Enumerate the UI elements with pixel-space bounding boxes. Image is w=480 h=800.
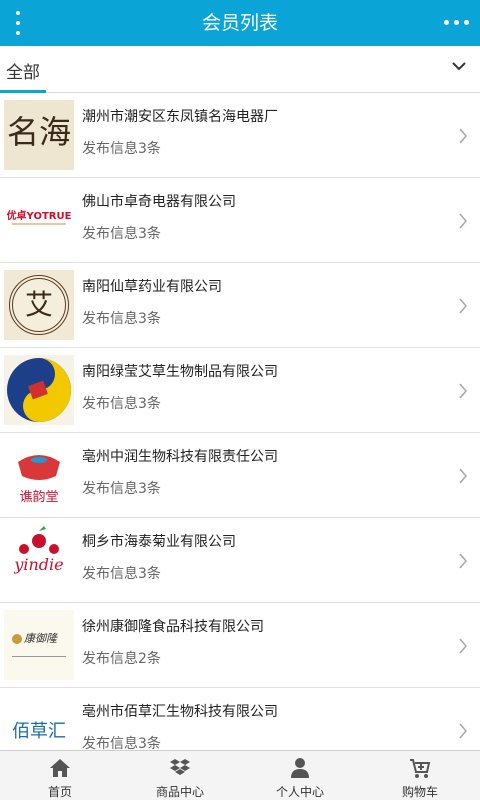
post-count: 发布信息3条: [82, 141, 161, 157]
chevron-right-icon: [459, 213, 468, 229]
member-name: 南阳仙草药业有限公司: [82, 279, 222, 295]
chevron-right-icon: [459, 723, 468, 739]
company-logo: 名海: [4, 100, 74, 170]
member-name: 徐州康御隆食品科技有限公司: [82, 619, 264, 635]
member-list: 名海 潮州市潮安区东凤镇名海电器厂 发布信息3条 优卓YOTRUE 佛山市卓奇电…: [0, 93, 480, 750]
list-item[interactable]: 艾 南阳仙草药业有限公司 发布信息3条: [0, 263, 480, 348]
category-filter[interactable]: 全部: [0, 46, 480, 93]
chevron-right-icon: [459, 298, 468, 314]
post-count: 发布信息3条: [82, 226, 161, 242]
post-count: 发布信息3条: [82, 736, 161, 750]
chevron-down-icon[interactable]: [450, 57, 468, 75]
list-item[interactable]: yindie 桐乡市海泰菊业有限公司 发布信息3条: [0, 518, 480, 603]
company-logo: 艾: [4, 270, 74, 340]
member-name: 南阳绿莹艾草生物制品有限公司: [82, 364, 278, 380]
home-icon: [50, 759, 70, 777]
tab-home[interactable]: 首页: [0, 751, 120, 800]
tab-cart[interactable]: 购物车: [360, 751, 480, 800]
list-item[interactable]: 优卓YOTRUE 佛山市卓奇电器有限公司 发布信息3条: [0, 178, 480, 263]
chevron-right-icon: [459, 383, 468, 399]
tab-label: 购物车: [401, 785, 438, 799]
chevron-right-icon: [459, 468, 468, 484]
company-logo: [4, 355, 74, 425]
company-logo: 谯韵堂: [4, 440, 74, 510]
post-count: 发布信息3条: [82, 396, 161, 412]
member-name: 桐乡市海泰菊业有限公司: [82, 534, 236, 550]
chevron-right-icon: [459, 553, 468, 569]
tab-label: 首页: [47, 785, 72, 799]
list-item[interactable]: 佰草汇 亳州市佰草汇生物科技有限公司 发布信息3条: [0, 688, 480, 750]
post-count: 发布信息3条: [82, 566, 161, 582]
post-count: 发布信息3条: [82, 311, 161, 327]
list-item[interactable]: 谯韵堂 亳州中润生物科技有限责任公司 发布信息3条: [0, 433, 480, 518]
page-title: 会员列表: [201, 12, 278, 34]
post-count: 发布信息2条: [82, 651, 161, 667]
tab-profile[interactable]: 个人中心: [240, 751, 360, 800]
tab-products[interactable]: 商品中心: [120, 751, 240, 800]
post-count: 发布信息3条: [82, 481, 161, 497]
member-name: 亳州中润生物科技有限责任公司: [82, 449, 278, 465]
company-logo: 康御隆: [4, 610, 74, 680]
cart-icon: [410, 759, 431, 778]
user-icon: [291, 758, 309, 778]
list-item[interactable]: 康御隆 徐州康御隆食品科技有限公司 发布信息2条: [0, 603, 480, 688]
chevron-right-icon: [459, 128, 468, 144]
company-logo: 优卓YOTRUE: [4, 185, 74, 255]
chevron-right-icon: [459, 638, 468, 654]
company-logo: 佰草汇: [4, 695, 74, 750]
company-logo: yindie: [4, 525, 74, 595]
tab-label: 个人中心: [275, 785, 324, 799]
app-header: 会员列表: [0, 0, 480, 46]
dropbox-icon: [170, 759, 190, 775]
list-item[interactable]: 南阳绿莹艾草生物制品有限公司 发布信息3条: [0, 348, 480, 433]
filter-label: 全部: [6, 63, 40, 83]
list-item[interactable]: 名海 潮州市潮安区东凤镇名海电器厂 发布信息3条: [0, 93, 480, 178]
tab-label: 商品中心: [155, 785, 204, 799]
horizontal-dots-icon[interactable]: [444, 17, 470, 27]
member-name: 潮州市潮安区东凤镇名海电器厂: [82, 109, 278, 125]
member-name: 亳州市佰草汇生物科技有限公司: [82, 704, 278, 720]
member-name: 佛山市卓奇电器有限公司: [82, 194, 236, 210]
bottom-tab-bar: 首页 商品中心 个人中心 购物车: [0, 750, 480, 800]
